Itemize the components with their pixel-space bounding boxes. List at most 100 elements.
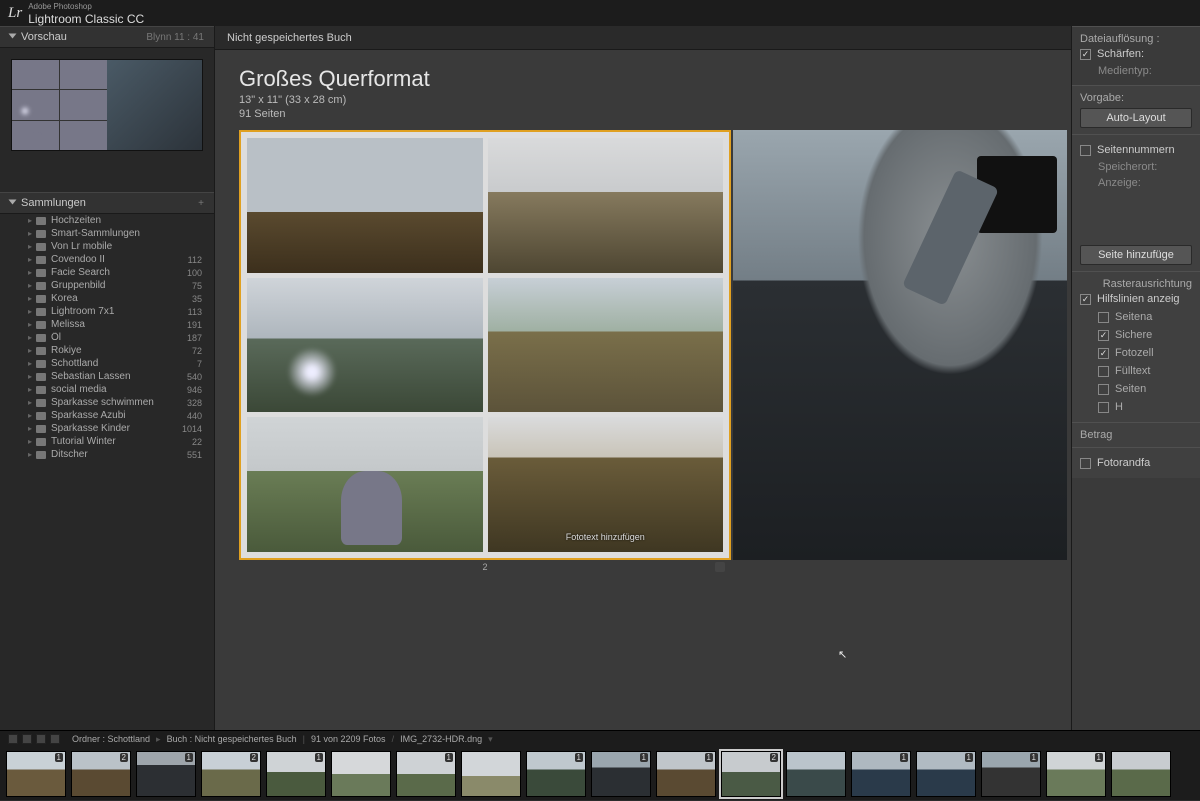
collections-panel-head[interactable]: Sammlungen + <box>0 192 214 214</box>
page-numbers-checkbox[interactable] <box>1080 145 1091 156</box>
usage-badge: 1 <box>1030 753 1038 762</box>
page-options-icon[interactable] <box>715 562 725 572</box>
app-name: Lightroom Classic CC <box>28 12 144 26</box>
collection-item[interactable]: ▸Sparkasse Kinder1014 <box>0 422 214 435</box>
filmstrip-view-icons[interactable] <box>8 734 60 744</box>
grid-alignment-label: Rasterausrichtung <box>1080 278 1192 290</box>
filmstrip-thumb[interactable] <box>1111 751 1171 797</box>
left-page[interactable]: Fototext hinzufügen 2 <box>239 130 731 560</box>
photo-cell[interactable] <box>488 138 724 273</box>
auto-layout-button[interactable]: Auto-Layout <box>1080 108 1192 128</box>
filmstrip-thumb[interactable]: 1 <box>981 751 1041 797</box>
collections-list[interactable]: ▸Hochzeiten▸Smart-Sammlungen▸Von Lr mobi… <box>0 214 214 800</box>
app-logo: Lr <box>8 5 22 22</box>
photo-counter: 91 von 2209 Fotos <box>311 734 386 744</box>
add-collection-button[interactable]: + <box>198 198 204 209</box>
collection-item[interactable]: ▸Sparkasse Azubi440 <box>0 409 214 422</box>
guide-safe-checkbox[interactable] <box>1098 330 1109 341</box>
book-tab[interactable]: Nicht gespeichertes Buch <box>215 26 1071 50</box>
book-page-count: 91 Seiten <box>239 108 1047 120</box>
app-vendor: Adobe Photoshop <box>28 2 92 11</box>
current-filename: IMG_2732-HDR.dng <box>400 734 482 744</box>
collection-item[interactable]: ▸Schottland7 <box>0 357 214 370</box>
folder-icon <box>36 425 46 433</box>
guide-page-checkbox[interactable] <box>1098 312 1109 323</box>
cursor-icon: ↖ <box>838 648 847 661</box>
collection-item[interactable]: ▸Melissa191 <box>0 318 214 331</box>
usage-badge: 1 <box>1095 753 1103 762</box>
collection-item[interactable]: ▸Von Lr mobile <box>0 240 214 253</box>
filmstrip-thumb[interactable]: 2 <box>71 751 131 797</box>
guide-pp-checkbox[interactable] <box>1098 384 1109 395</box>
resolution-label: Dateiauflösung : <box>1080 33 1192 45</box>
filmstrip-thumb[interactable]: 1 <box>916 751 976 797</box>
add-page-button[interactable]: Seite hinzufüge <box>1080 245 1192 265</box>
photo-cell[interactable] <box>247 278 483 413</box>
collection-item[interactable]: ▸social media946 <box>0 383 214 396</box>
collection-item[interactable]: ▸Tutorial Winter22 <box>0 435 214 448</box>
filmstrip-thumb[interactable]: 1 <box>851 751 911 797</box>
filmstrip-thumb[interactable]: 1 <box>136 751 196 797</box>
left-panel: Vorschau Blynn 11 : 41 Sammlungen + ▸Hoc… <box>0 26 215 800</box>
photo-cell[interactable] <box>247 417 483 552</box>
filmstrip[interactable]: 12121111121111 <box>0 747 1200 801</box>
collection-item[interactable]: ▸Gruppenbild75 <box>0 279 214 292</box>
photo-cell[interactable] <box>488 278 724 413</box>
photo-cell[interactable]: Fototext hinzufügen <box>488 417 724 552</box>
filmstrip-thumb[interactable] <box>786 751 846 797</box>
collection-item[interactable]: ▸Öl187 <box>0 331 214 344</box>
usage-badge: 1 <box>640 753 648 762</box>
filmstrip-thumb[interactable]: 1 <box>656 751 716 797</box>
caption-placeholder[interactable]: Fototext hinzufügen <box>566 532 645 542</box>
guide-h-checkbox[interactable] <box>1098 402 1109 413</box>
filmstrip-thumb[interactable]: 1 <box>1046 751 1106 797</box>
sharpen-checkbox[interactable] <box>1080 49 1091 60</box>
collection-item[interactable]: ▸Smart-Sammlungen <box>0 227 214 240</box>
guide-fill-checkbox[interactable] <box>1098 366 1109 377</box>
folder-icon <box>36 412 46 420</box>
breadcrumb-folder[interactable]: Ordner : Schottland <box>72 734 150 744</box>
right-page[interactable]: 3 <box>733 130 1067 560</box>
photo-cell[interactable] <box>733 130 1067 560</box>
folder-icon <box>36 321 46 329</box>
photo-border-checkbox[interactable] <box>1080 458 1091 469</box>
page-number-left: 2 <box>482 562 487 572</box>
collection-item[interactable]: ▸Korea35 <box>0 292 214 305</box>
folder-icon <box>36 451 46 459</box>
collection-item[interactable]: ▸Hochzeiten <box>0 214 214 227</box>
collection-item[interactable]: ▸Sparkasse schwimmen328 <box>0 396 214 409</box>
collection-item[interactable]: ▸Sebastian Lassen540 <box>0 370 214 383</box>
filmstrip-thumb[interactable]: 1 <box>526 751 586 797</box>
usage-badge: 1 <box>315 753 323 762</box>
filmstrip-thumb[interactable]: 2 <box>721 751 781 797</box>
collection-item[interactable]: ▸Rokiye72 <box>0 344 214 357</box>
display-label: Anzeige: <box>1080 175 1192 191</box>
filmstrip-thumb[interactable] <box>331 751 391 797</box>
page-spread[interactable]: Fototext hinzufügen 2 3 <box>239 130 1067 560</box>
collection-item[interactable]: ▸Facie Search100 <box>0 266 214 279</box>
folder-icon <box>36 295 46 303</box>
preview-thumbnail[interactable] <box>0 48 214 162</box>
chevron-down-icon <box>9 200 17 205</box>
amount-label: Betrag <box>1080 429 1192 441</box>
collection-item[interactable]: ▸Covendoo II112 <box>0 253 214 266</box>
filmstrip-thumb[interactable]: 1 <box>396 751 456 797</box>
filmstrip-thumb[interactable]: 1 <box>266 751 326 797</box>
folder-icon <box>36 282 46 290</box>
guide-cells-checkbox[interactable] <box>1098 348 1109 359</box>
collection-item[interactable]: ▸Ditscher551 <box>0 448 214 461</box>
photo-cell[interactable] <box>247 138 483 273</box>
breadcrumb-book[interactable]: Buch : Nicht gespeichertes Buch <box>167 734 297 744</box>
guides-checkbox[interactable] <box>1080 294 1091 305</box>
usage-badge: 1 <box>55 753 63 762</box>
preview-panel-head[interactable]: Vorschau Blynn 11 : 41 <box>0 26 214 48</box>
chevron-down-icon <box>9 34 17 39</box>
collection-item[interactable]: ▸Lightroom 7x1113 <box>0 305 214 318</box>
filmstrip-thumb[interactable] <box>461 751 521 797</box>
filmstrip-thumb[interactable]: 1 <box>591 751 651 797</box>
usage-badge: 1 <box>445 753 453 762</box>
filmstrip-thumb[interactable]: 1 <box>6 751 66 797</box>
filmstrip-thumb[interactable]: 2 <box>201 751 261 797</box>
preset-label: Vorgabe: <box>1080 92 1192 104</box>
folder-icon <box>36 269 46 277</box>
